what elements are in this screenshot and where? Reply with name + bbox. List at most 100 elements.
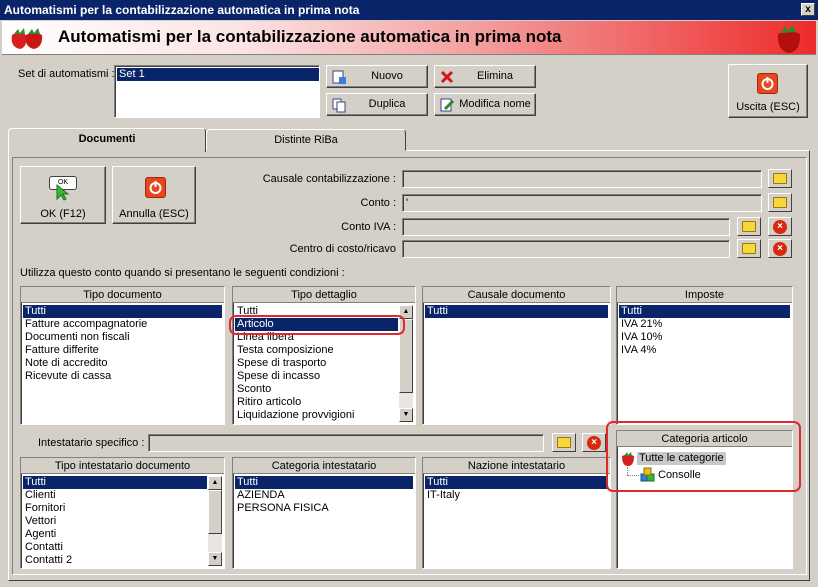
edit-pencil-icon xyxy=(440,98,455,112)
intestatario-browse-button[interactable] xyxy=(552,433,576,452)
centro-field[interactable] xyxy=(402,240,730,258)
delete-button-label: Elimina xyxy=(476,70,514,82)
delete-button[interactable]: Elimina xyxy=(434,65,536,88)
list-item[interactable]: Tutti xyxy=(23,305,222,318)
window-title: Automatismi per la contabilizzazione aut… xyxy=(4,3,360,17)
conto-field[interactable]: ' xyxy=(402,194,762,212)
list-item[interactable]: IVA 4% xyxy=(619,344,790,357)
list-item[interactable]: Fornitori xyxy=(23,502,207,515)
list-item[interactable]: Vettori xyxy=(23,515,207,528)
ok-button[interactable]: OK OK (F12) xyxy=(20,166,106,224)
tipo-documento-items: Tutti Fatture accompagnatorie Documenti … xyxy=(23,305,222,422)
tab-distinte-riba[interactable]: Distinte RiBa xyxy=(206,129,406,151)
tipo-intestatario-items: Tutti Clienti Fornitori Vettori Agenti C… xyxy=(23,476,207,566)
scroll-thumb[interactable] xyxy=(208,490,222,534)
list-item[interactable]: Testa composizione xyxy=(235,344,398,357)
list-item[interactable]: AZIENDA xyxy=(235,489,413,502)
list-item[interactable]: Tutti xyxy=(425,305,608,318)
list-item[interactable]: Tutti xyxy=(619,305,790,318)
scroll-down-arrow-icon[interactable]: ▼ xyxy=(208,552,222,566)
folder-icon xyxy=(557,437,571,448)
scroll-up-arrow-icon[interactable]: ▲ xyxy=(208,476,222,490)
conto-iva-browse-button[interactable] xyxy=(737,217,761,236)
folder-icon xyxy=(773,197,787,208)
exit-button-label: Uscita (ESC) xyxy=(736,101,800,113)
window-close-button[interactable]: x xyxy=(801,3,815,16)
folder-icon xyxy=(742,221,756,232)
set-label: Set di automatismi : xyxy=(18,68,115,80)
tipo-intestatario-scrollbar[interactable]: ▲ ▼ xyxy=(208,476,222,566)
intestatario-field[interactable] xyxy=(148,434,544,452)
banner-title: Automatismi per la contabilizzazione aut… xyxy=(58,27,562,46)
list-item[interactable]: PERSONA FISICA xyxy=(235,502,413,515)
scroll-down-arrow-icon[interactable]: ▼ xyxy=(399,408,413,422)
centro-clear-button[interactable]: × xyxy=(768,239,792,258)
list-item[interactable]: IT-Italy xyxy=(425,489,608,502)
list-item[interactable]: Sconto xyxy=(235,383,398,396)
list-item[interactable]: Fatture differite xyxy=(23,344,222,357)
conto-iva-clear-button[interactable]: × xyxy=(768,217,792,236)
list-item[interactable]: Contatti 2 xyxy=(23,554,207,566)
cursor-arrow-icon xyxy=(56,183,70,201)
exit-button[interactable]: Uscita (ESC) xyxy=(728,64,808,118)
list-item[interactable]: Tutti xyxy=(235,476,413,489)
strawberry-icon xyxy=(11,28,43,49)
highlight-articolo xyxy=(229,315,405,335)
list-item[interactable]: Tutti xyxy=(425,476,608,489)
window-title-bar: Automatismi per la contabilizzazione aut… xyxy=(0,0,818,20)
list-item[interactable]: Note di accredito xyxy=(23,357,222,370)
header-banner: Automatismi per la contabilizzazione aut… xyxy=(2,21,816,55)
copy-icon xyxy=(332,98,346,113)
tipo-documento-header: Tipo documento xyxy=(21,287,224,303)
imposte-list[interactable]: Imposte Tutti IVA 21% IVA 10% IVA 4% xyxy=(616,286,793,425)
list-item[interactable]: Ricevute di cassa xyxy=(23,370,222,383)
rename-button[interactable]: Modifica nome xyxy=(434,93,536,116)
conto-iva-label: Conto IVA : xyxy=(341,221,396,233)
centro-browse-button[interactable] xyxy=(737,239,761,258)
causale-documento-items: Tutti xyxy=(425,305,608,422)
folder-icon xyxy=(742,243,756,254)
list-item[interactable]: IVA 21% xyxy=(619,318,790,331)
power-icon xyxy=(757,73,778,94)
list-item[interactable]: Tutti xyxy=(23,476,207,489)
list-item[interactable]: IVA 10% xyxy=(619,331,790,344)
list-item[interactable]: Liquidazione provvigioni xyxy=(235,409,398,422)
intestatario-clear-button[interactable]: × xyxy=(582,433,606,452)
list-item[interactable]: Fatture accompagnatorie xyxy=(23,318,222,331)
tipo-intestatario-list[interactable]: Tipo intestatario documento Tutti Client… xyxy=(20,457,225,569)
conditions-label: Utilizza questo conto quando si presenta… xyxy=(20,267,345,279)
centro-label: Centro di costo/ricavo xyxy=(289,243,396,255)
list-item[interactable]: Clienti xyxy=(23,489,207,502)
nazione-intestatario-items: Tutti IT-Italy xyxy=(425,476,608,566)
tipo-dettaglio-list[interactable]: Tipo dettaglio Tutti Articolo Linea libe… xyxy=(232,286,416,425)
causale-documento-header: Causale documento xyxy=(423,287,610,303)
conto-iva-field[interactable] xyxy=(402,218,730,236)
list-item[interactable]: Documenti non fiscali xyxy=(23,331,222,344)
list-item[interactable]: Agenti xyxy=(23,528,207,541)
set-list[interactable]: Set 1 xyxy=(114,65,320,118)
tab-documenti[interactable]: Documenti xyxy=(8,128,206,152)
tipo-intestatario-header: Tipo intestatario documento xyxy=(21,458,224,474)
list-item[interactable]: Spese di trasporto xyxy=(235,357,398,370)
categoria-intestatario-header: Categoria intestatario xyxy=(233,458,415,474)
tipo-dettaglio-header: Tipo dettaglio xyxy=(233,287,415,303)
causale-field[interactable] xyxy=(402,170,762,188)
list-item[interactable]: Ritiro articolo xyxy=(235,396,398,409)
highlight-categoria-articolo xyxy=(606,421,801,492)
list-item[interactable]: Spese di incasso xyxy=(235,370,398,383)
conto-browse-button[interactable] xyxy=(768,193,792,212)
cancel-power-icon xyxy=(145,177,166,198)
duplicate-button[interactable]: Duplica xyxy=(326,93,428,116)
cancel-button[interactable]: Annulla (ESC) xyxy=(112,166,196,224)
tipo-documento-list[interactable]: Tipo documento Tutti Fatture accompagnat… xyxy=(20,286,225,425)
set-list-item[interactable]: Set 1 xyxy=(117,68,319,81)
causale-documento-list[interactable]: Causale documento Tutti xyxy=(422,286,611,425)
categoria-intestatario-list[interactable]: Categoria intestatario Tutti AZIENDA PER… xyxy=(232,457,416,569)
imposte-header: Imposte xyxy=(617,287,792,303)
cancel-button-label: Annulla (ESC) xyxy=(119,208,189,220)
list-item[interactable]: Contatti xyxy=(23,541,207,554)
causale-browse-button[interactable] xyxy=(768,169,792,188)
rename-button-label: Modifica nome xyxy=(459,98,531,110)
nazione-intestatario-list[interactable]: Nazione intestatario Tutti IT-Italy xyxy=(422,457,611,569)
new-button[interactable]: Nuovo xyxy=(326,65,428,88)
